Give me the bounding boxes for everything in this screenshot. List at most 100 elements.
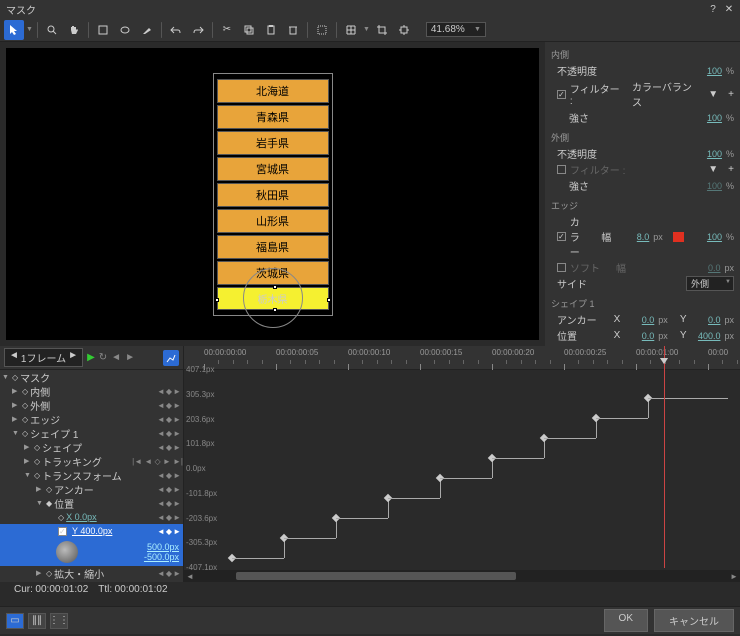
key-nav[interactable]: ► (173, 387, 181, 396)
outer-opacity-value[interactable]: 100 (692, 149, 722, 159)
selection-icon[interactable] (312, 20, 332, 40)
paste-icon[interactable] (261, 20, 281, 40)
y-axis-label: -101.8px (186, 489, 217, 498)
hand-tool-icon[interactable] (64, 20, 84, 40)
resize-handle[interactable] (273, 285, 277, 289)
scroll-right-icon[interactable]: ► (728, 572, 740, 581)
tree-transform[interactable]: トランスフォーム (42, 468, 155, 483)
color-checkbox[interactable] (557, 232, 566, 241)
tree-scale[interactable]: 拡大・縮小 (54, 566, 155, 581)
limit-min[interactable]: -500.0px (144, 552, 179, 562)
zoom-tool-icon[interactable] (42, 20, 62, 40)
scroll-left-icon[interactable]: ◄ (184, 572, 196, 581)
help-icon[interactable]: ? (708, 4, 718, 14)
redo-icon[interactable] (188, 20, 208, 40)
key-nav[interactable]: ◄ (157, 387, 165, 396)
frame-input[interactable]: ◄1フレーム► (4, 348, 83, 367)
filter-icon[interactable]: ▼ (708, 164, 718, 175)
inner-opacity-value[interactable]: 100 (692, 66, 722, 76)
next-key-button[interactable]: ► (125, 352, 135, 363)
resize-handle[interactable] (215, 298, 219, 302)
pos-x-value[interactable]: 0.0 (624, 331, 654, 341)
side-dropdown[interactable]: 外側 (686, 276, 734, 291)
prev-key-button[interactable]: ◄ (111, 352, 121, 363)
add-icon[interactable]: + (728, 89, 734, 100)
expand-toggle[interactable]: ▶ (36, 569, 44, 577)
edge-width-value[interactable]: 8.0 (619, 232, 649, 242)
loop-button[interactable]: ↻ (99, 352, 107, 363)
soft-label: ソフト (570, 260, 600, 275)
color-swatch[interactable] (673, 232, 684, 242)
expand-toggle[interactable]: ▼ (36, 500, 44, 507)
tree-shape[interactable]: シェイプ 1 (30, 426, 155, 441)
tree-mask[interactable]: マスク (20, 370, 183, 385)
expand-toggle[interactable]: ▶ (36, 485, 44, 493)
anchor-x-value[interactable]: 0.0 (624, 315, 654, 325)
outer-filter-checkbox[interactable] (557, 165, 566, 174)
graph-mode-button[interactable] (163, 350, 179, 366)
limit-max[interactable]: 500.0px (147, 542, 179, 552)
anchor-y-value[interactable]: 0.0 (690, 315, 720, 325)
view-mode-1-button[interactable]: ▭ (6, 613, 24, 629)
edge-color-pct[interactable]: 100 (692, 232, 722, 242)
strength-label: 強さ (569, 178, 589, 193)
pointer-tool-icon[interactable] (4, 20, 24, 40)
add-icon[interactable]: + (728, 164, 734, 175)
view-mode-2-button[interactable]: ∥∥ (28, 613, 46, 629)
graph-area[interactable]: 407.1px305.3px203.6px101.8px0.0px-101.8p… (184, 370, 740, 568)
ok-button[interactable]: OK (604, 609, 648, 632)
soft-checkbox[interactable] (557, 263, 566, 272)
inner-filter-checkbox[interactable] (557, 90, 566, 99)
delete-icon[interactable] (283, 20, 303, 40)
list-item-selected[interactable]: 栃木県 (217, 287, 329, 310)
inner-section-label: 内側 (551, 48, 734, 61)
soft-width-value[interactable]: 0.0 (690, 263, 720, 273)
expand-toggle[interactable]: ▶ (12, 401, 20, 409)
cut-icon[interactable]: ✂ (217, 20, 237, 40)
tree-x[interactable]: X 0.0px (66, 512, 155, 523)
separator (161, 22, 162, 38)
resize-handle[interactable] (327, 298, 331, 302)
expand-toggle[interactable]: ▼ (2, 374, 10, 381)
ellipse-tool-icon[interactable] (115, 20, 135, 40)
y-checkbox[interactable] (58, 527, 67, 536)
rect-tool-icon[interactable] (93, 20, 113, 40)
expand-toggle[interactable]: ▶ (24, 443, 32, 451)
tree-anchor[interactable]: アンカー (54, 482, 155, 497)
view-mode-3-button[interactable]: ⋮⋮ (50, 613, 68, 629)
filter-icon[interactable]: ▼ (708, 89, 718, 100)
play-button[interactable]: ▶ (87, 352, 95, 363)
resize-handle[interactable] (273, 308, 277, 312)
inner-strength-value[interactable]: 100 (692, 113, 722, 123)
crop-icon[interactable] (372, 20, 392, 40)
tree-y[interactable]: Y 400.0px (72, 526, 155, 537)
cancel-button[interactable]: キャンセル (654, 609, 734, 632)
undo-icon[interactable] (166, 20, 186, 40)
outer-strength-value[interactable]: 100 (692, 181, 722, 191)
tree-shape2[interactable]: シェイプ (42, 440, 155, 455)
horizontal-scrollbar[interactable]: ◄► (184, 570, 740, 582)
expand-toggle[interactable]: ▶ (24, 457, 32, 465)
expand-icon[interactable] (394, 20, 414, 40)
pos-y-value[interactable]: 400.0 (690, 331, 720, 341)
tree-edge[interactable]: エッジ (30, 412, 155, 427)
close-icon[interactable]: ✕ (724, 4, 734, 14)
tree-tracking[interactable]: トラッキング (42, 454, 128, 469)
time-ruler[interactable]: 00:00:00:0000:00:00:0500:00:00:1000:00:0… (184, 346, 740, 370)
expand-toggle[interactable]: ▼ (12, 430, 20, 437)
key-add[interactable]: ◆ (166, 387, 172, 396)
expand-toggle[interactable]: ▶ (12, 415, 20, 423)
timeline-graph[interactable]: 00:00:00:0000:00:00:0500:00:00:1000:00:0… (184, 346, 740, 582)
pen-tool-icon[interactable] (137, 20, 157, 40)
expand-toggle[interactable]: ▶ (12, 387, 20, 395)
tree-outer[interactable]: 外側 (30, 398, 155, 413)
dial-icon[interactable] (56, 541, 78, 563)
tree-position[interactable]: 位置 (54, 496, 155, 511)
preview-canvas[interactable]: 北海道 青森県 岩手県 宮城県 秋田県 山形県 福島県 茨城県 栃木県 (6, 48, 539, 340)
scrollbar-thumb[interactable] (236, 572, 516, 580)
expand-toggle[interactable]: ▼ (24, 472, 32, 479)
tree-inner[interactable]: 内側 (30, 384, 155, 399)
zoom-dropdown[interactable]: 41.68%▼ (426, 22, 486, 37)
grid-icon[interactable] (341, 20, 361, 40)
copy-icon[interactable] (239, 20, 259, 40)
